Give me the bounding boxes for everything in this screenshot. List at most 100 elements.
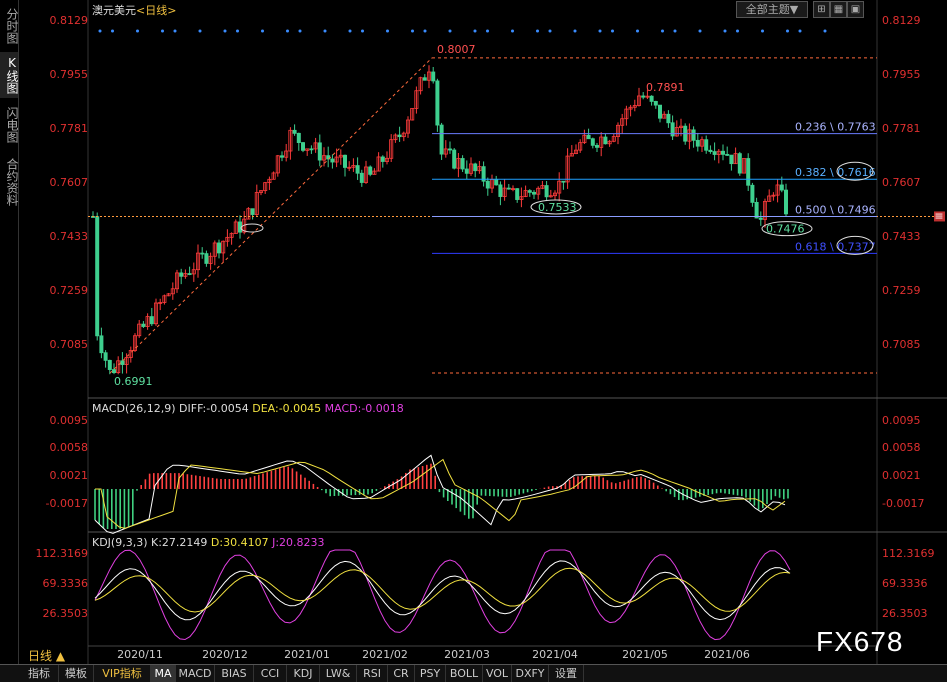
candle-body [250,208,255,215]
x-axis-label: 2021/02 [362,648,408,661]
candle-body [460,158,465,170]
toolbar-tab[interactable]: 模板 [59,665,94,682]
candle-body [187,273,192,275]
candle-body [515,188,520,200]
toolbar-tab[interactable]: PSY [415,665,446,682]
candle-body [317,142,322,161]
candle-body [561,180,566,183]
x-axis-label: 2021/06 [704,648,750,661]
candle-body [397,134,402,138]
signal-dot [236,29,239,33]
candle-body [452,149,457,169]
kdj-title-line: KDJ(9,3,3) K:27.2149 D:30.4107 J:20.8233 [92,536,325,549]
signal-dot [536,29,539,33]
signal-dot [823,29,827,33]
candle-body [380,156,385,162]
price-marker-glyph: ≡ [934,209,943,222]
candle-body [666,113,671,124]
signal-dot [98,29,102,33]
x-axis-label: 2020/12 [202,648,248,661]
candle-body [309,148,314,151]
candle-body [435,80,440,126]
candle-body [355,165,360,174]
fib-label-618: 0.618 \ 0.7377 [795,240,876,253]
candle-body [725,153,730,156]
candle-body [750,184,755,203]
signal-dot [286,29,289,33]
kdj-title: KDJ(9,3,3) [92,536,148,549]
low3-price-label: 0.7476 [766,223,805,236]
toolbar-tab[interactable]: LW& [320,665,357,682]
candle-body [473,163,478,172]
signal-dot [661,29,664,33]
toolbar-tab[interactable]: CR [388,665,415,682]
signal-dot [723,29,727,33]
signal-dot [573,29,577,33]
toolbar-tab[interactable]: VIP指标 [94,665,151,682]
signal-dot [161,29,164,33]
candle-body [120,360,125,365]
candle-body [464,168,469,174]
x-axis-label: 2021/03 [444,648,490,661]
signal-dot [111,29,114,33]
watermark-logo: FX678 [816,626,904,657]
signal-dot [673,29,677,33]
toolbar-tab[interactable]: MA [151,665,176,682]
candle-body [695,139,700,147]
toolbar-tab[interactable]: 设置 [549,665,584,682]
candle-body [708,149,713,152]
toolbar-tab[interactable]: CCI [254,665,287,682]
candle-body [103,352,108,361]
toolbar-tab[interactable]: 指标 [20,665,59,682]
candle-body [544,185,549,198]
candle-body [586,134,591,140]
kdj-k: K:27.2149 [151,536,208,549]
candle-body [112,369,117,374]
macd-diff: DIFF:-0.0054 [179,402,249,415]
toolbar-tab[interactable]: RSI [357,665,388,682]
candle-body [641,95,646,98]
candle-body [737,153,742,174]
candle-body [595,144,600,148]
candle-body [200,252,205,255]
toolbar-tab[interactable]: MACD [176,665,215,682]
candle-body [653,101,658,106]
candle-body [149,316,154,325]
candle-body [359,172,364,183]
macd-diff-line [94,454,786,534]
candle-body [649,95,654,102]
toolbar-tab[interactable]: BOLL [446,665,483,682]
signal-dot [486,29,489,33]
candle-body [784,189,789,215]
period-selector[interactable]: 日线 ▲ [28,647,65,664]
fib-label-382: 0.382 \ 0.7616 [795,166,876,179]
candle-body [758,217,763,220]
signal-dot [198,29,202,33]
low2-price-label: 0.7533 [538,201,577,214]
signal-dot [511,29,514,33]
signal-dot [423,29,427,33]
signal-dot [761,29,764,33]
candle-body [99,335,104,354]
macd-title: MACD(26,12,9) [92,402,176,415]
candle-body [746,158,751,186]
candle-body [300,142,305,151]
candle-body [330,158,335,163]
fib-label-236: 0.236 \ 0.7763 [795,121,876,134]
toolbar-tab[interactable]: VOL [483,665,512,682]
candle-body [527,190,532,193]
signal-dot [736,29,739,33]
candle-body [494,179,499,186]
signal-dot [598,29,602,33]
signal-dot [261,29,264,33]
toolbar-tab[interactable]: DXFY [512,665,549,682]
signal-dot [798,29,802,33]
toolbar-tab[interactable]: KDJ [287,665,320,682]
kdj-j-line [94,549,791,641]
candle-body [485,180,490,189]
toolbar-tab[interactable]: BIAS [215,665,254,682]
x-axis-label: 2021/05 [622,648,668,661]
candle-body [439,124,444,155]
candle-body [712,151,717,155]
candle-body [729,154,734,165]
